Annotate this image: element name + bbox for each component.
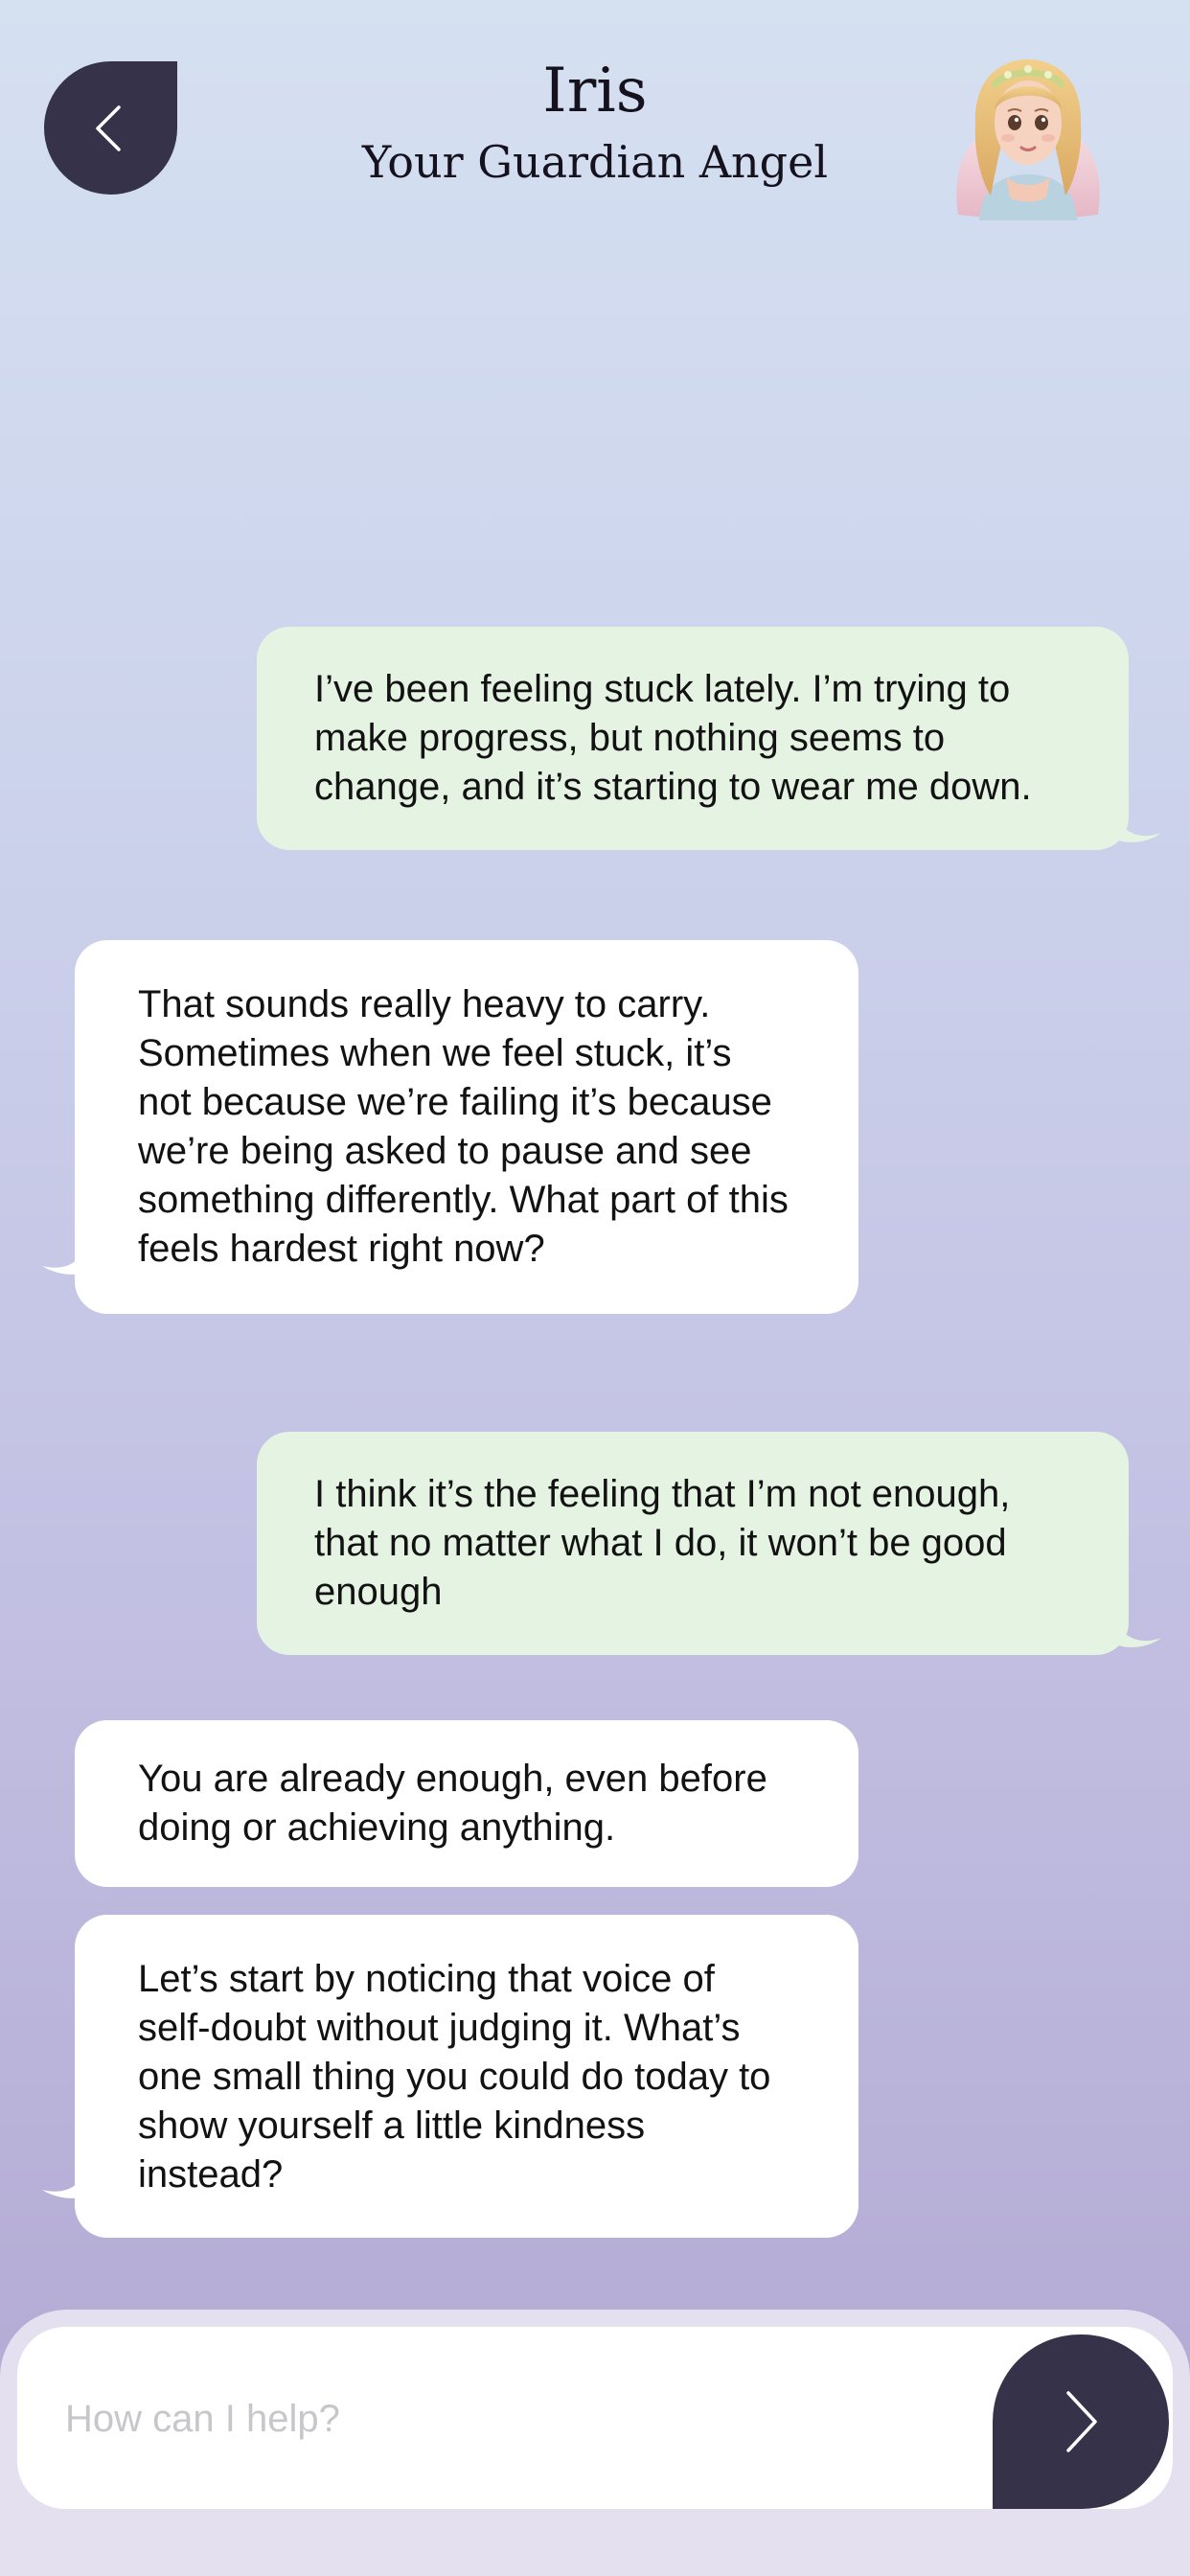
bubble-tail — [42, 2174, 84, 2198]
message-input[interactable] — [63, 2386, 949, 2451]
message-bubble-user: I’ve been feeling stuck lately. I’m tryi… — [257, 627, 1161, 850]
message-text: You are already enough, even before doin… — [138, 1758, 767, 1849]
message-text: I’ve been feeling stuck lately. I’m tryi… — [314, 668, 1032, 808]
message-bubble-assistant: You are already enough, even before doin… — [75, 1720, 858, 1887]
send-button[interactable] — [993, 2334, 1169, 2509]
message-bubble-assistant: Let’s start by noticing that voice of se… — [42, 1915, 858, 2238]
message-text: I think it’s the feeling that I’m not en… — [314, 1473, 1011, 1613]
message-text: That sounds really heavy to carry. Somet… — [138, 983, 789, 1270]
bubble-tail — [42, 1251, 84, 1275]
bubble-tail — [1119, 821, 1161, 842]
message-bubble-user: I think it’s the feeling that I’m not en… — [257, 1432, 1161, 1655]
chevron-right-icon — [1066, 2391, 1097, 2452]
angel-avatar[interactable] — [952, 52, 1104, 220]
message-text: Let’s start by noticing that voice of se… — [138, 1958, 771, 2196]
bubble-tail — [1119, 1626, 1161, 1647]
message-bubble-assistant: That sounds really heavy to carry. Somet… — [42, 940, 858, 1314]
